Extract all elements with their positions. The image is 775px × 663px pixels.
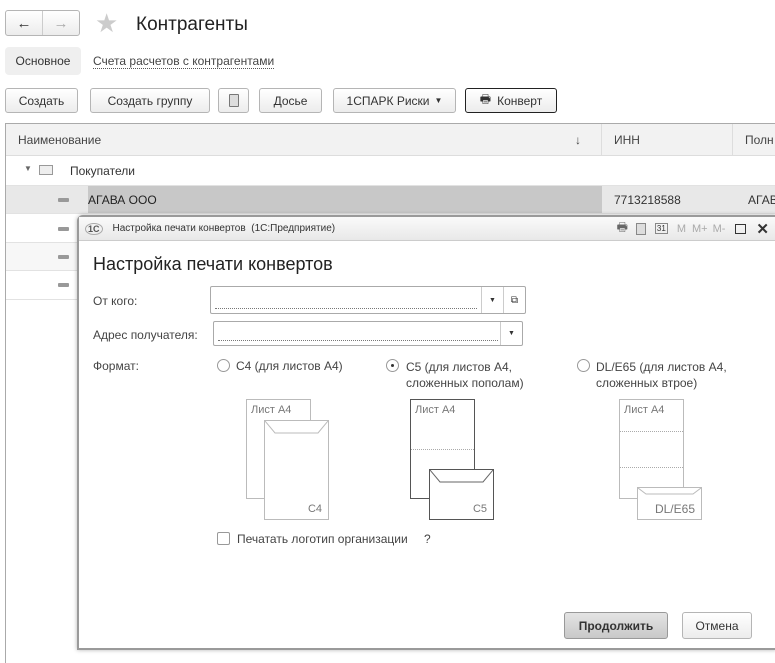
nav-buttons: ← → xyxy=(5,10,80,36)
address-field[interactable]: ▼ xyxy=(213,321,523,346)
create-button[interactable]: Создать xyxy=(5,88,78,113)
memory-button[interactable]: M xyxy=(677,223,686,235)
1c-logo-icon: 1С xyxy=(85,222,103,235)
format-dl-label[interactable]: DL/E65 (для листов А4, сложенных втрое) xyxy=(596,359,727,391)
format-dl-line2: сложенных втрое) xyxy=(596,376,698,390)
close-icon[interactable]: ✕ xyxy=(756,220,769,238)
calendar-icon[interactable]: 31 xyxy=(654,223,668,234)
open-icon[interactable]: ⧉ xyxy=(503,287,525,313)
envelope-label: DL/E65 xyxy=(654,502,695,516)
column-name-label: Наименование xyxy=(18,132,102,147)
page-title: Контрагенты xyxy=(136,14,248,35)
address-label: Адрес получателя: xyxy=(93,328,198,342)
table-row[interactable]: АГАВА ООО 7713218588 АГАВ xyxy=(6,186,775,214)
help-icon[interactable]: ? xyxy=(424,532,431,546)
envelope-button[interactable]: 🖶 Конверт xyxy=(465,88,557,113)
envelope-label: Конверт xyxy=(497,93,543,108)
row-inn-cell: 7713218588 xyxy=(614,193,681,207)
memory-plus-button[interactable]: M+ xyxy=(692,223,708,235)
format-label: Формат: xyxy=(93,359,139,373)
continue-button[interactable]: Продолжить xyxy=(564,612,668,639)
item-icon xyxy=(58,227,69,231)
dropdown-icon[interactable]: ▼ xyxy=(500,322,522,345)
chevron-down-icon: ▼ xyxy=(434,96,443,105)
item-icon xyxy=(58,255,69,259)
column-header-inn[interactable]: ИНН xyxy=(602,124,733,156)
memory-minus-button[interactable]: M- xyxy=(713,223,726,235)
format-c4-radio[interactable] xyxy=(217,359,230,372)
create-group-button[interactable]: Создать группу xyxy=(90,88,210,113)
format-c5-line1: C5 (для листов А4, xyxy=(406,360,512,374)
from-label: От кого: xyxy=(93,294,138,308)
sheet-label: Лист А4 xyxy=(251,404,292,416)
column-header-full[interactable]: Полн xyxy=(733,124,775,156)
add-file-button[interactable] xyxy=(218,88,249,113)
spark-label: 1СПАРК Риски xyxy=(346,93,430,108)
tab-accounts[interactable]: Счета расчетов с контрагентами xyxy=(93,54,275,69)
format-c5-line2: сложенных пополам) xyxy=(406,376,524,390)
dl-sheet-image: Лист А4 xyxy=(619,399,684,499)
dl-envelope-image: DL/E65 xyxy=(637,487,702,520)
folder-icon xyxy=(39,165,53,175)
group-row[interactable]: ▼ Покупатели xyxy=(6,156,775,186)
dropdown-icon[interactable]: ▼ xyxy=(481,287,503,313)
envelope-label: C4 xyxy=(307,503,322,515)
sort-down-icon: ↓ xyxy=(575,132,581,147)
format-dl-line1: DL/E65 (для листов А4, xyxy=(596,360,727,374)
envelope-print-dialog: 1С Настройка печати конвертов (1С:Предпр… xyxy=(77,215,775,650)
column-header-name[interactable]: Наименование ↓ xyxy=(6,124,602,156)
expand-icon[interactable]: ▼ xyxy=(24,164,32,173)
c5-envelope-image: C5 xyxy=(429,469,494,520)
forward-button[interactable]: → xyxy=(43,11,79,35)
group-label: Покупатели xyxy=(70,164,135,178)
spark-risks-button[interactable]: 1СПАРК Риски ▼ xyxy=(333,88,456,113)
tab-main[interactable]: Основное xyxy=(5,47,81,75)
printer-icon: 🖶 xyxy=(479,92,492,106)
logo-checkbox-label[interactable]: Печатать логотип организации xyxy=(237,532,408,546)
print-icon[interactable]: 🖶 xyxy=(617,218,628,239)
item-icon xyxy=(58,198,69,202)
format-c5-label[interactable]: C5 (для листов А4, сложенных пополам) xyxy=(406,359,524,391)
arrow-left-icon: ← xyxy=(16,14,32,32)
document-add-icon xyxy=(228,94,239,107)
dialog-window-title: Настройка печати конвертов (1С:Предприят… xyxy=(112,223,336,234)
dialog-titlebar: 1С Настройка печати конвертов (1С:Предпр… xyxy=(79,217,775,241)
c4-envelope-image: C4 xyxy=(264,420,329,520)
arrow-right-icon: → xyxy=(53,14,69,32)
calculator-icon[interactable] xyxy=(635,222,646,235)
format-c5-radio[interactable] xyxy=(386,359,399,372)
logo-checkbox[interactable] xyxy=(217,532,230,545)
row-full-cell: АГАВ xyxy=(748,193,775,207)
row-name-cell: АГАВА ООО xyxy=(88,186,602,213)
envelope-label: C5 xyxy=(472,503,487,515)
star-icon[interactable]: ★ xyxy=(95,8,118,39)
dossier-button[interactable]: Досье xyxy=(259,88,322,113)
format-c4-label[interactable]: C4 (для листов А4) xyxy=(236,359,343,373)
from-field[interactable]: ▼ ⧉ xyxy=(210,286,526,314)
maximize-icon[interactable] xyxy=(735,223,747,234)
sheet-label: Лист А4 xyxy=(415,404,456,416)
back-button[interactable]: ← xyxy=(6,11,43,35)
cancel-button[interactable]: Отмена xyxy=(682,612,752,639)
sheet-label: Лист А4 xyxy=(624,404,665,416)
dialog-heading: Настройка печати конвертов xyxy=(93,254,333,274)
format-dl-radio[interactable] xyxy=(577,359,590,372)
item-icon xyxy=(58,283,69,287)
